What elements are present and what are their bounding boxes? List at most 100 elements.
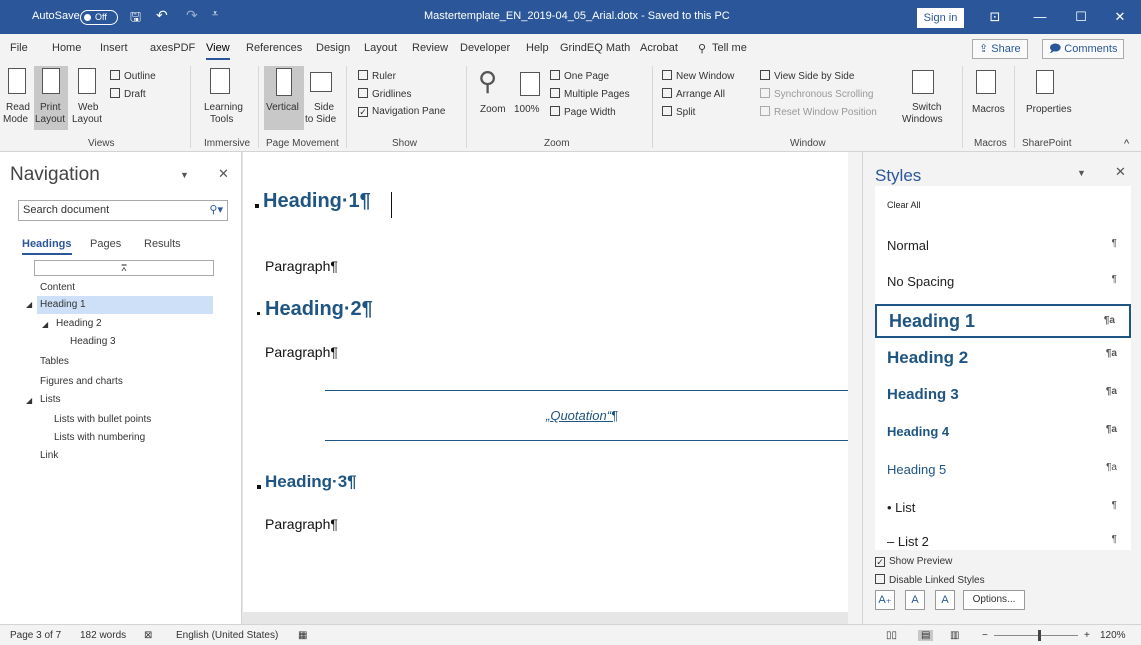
paragraph-text[interactable]: Paragraph¶: [265, 344, 338, 360]
tab-axespdf[interactable]: axesPDF: [150, 42, 195, 54]
arrange-all-button[interactable]: Arrange All: [662, 88, 725, 100]
synchronous-scrolling-button[interactable]: Synchronous Scrolling: [760, 88, 874, 100]
page-width-button[interactable]: Page Width: [550, 106, 616, 118]
navigation-pane-checkbox[interactable]: ✓ Navigation Pane: [358, 106, 445, 117]
show-preview-checkbox[interactable]: ✓ Show Preview: [875, 556, 952, 567]
reset-window-position-button[interactable]: Reset Window Position: [760, 106, 877, 118]
style-clear-all[interactable]: Clear All: [875, 200, 1131, 218]
heading-2-text[interactable]: Heading·2¶: [265, 298, 373, 321]
switch-windows-button[interactable]: Switch: [912, 102, 941, 113]
style-normal[interactable]: Normal ¶: [875, 238, 1131, 258]
proofing-icon[interactable]: ⊠: [144, 630, 152, 641]
quotation-text[interactable]: „Quotation“¶: [546, 408, 618, 423]
style-list[interactable]: • List ¶: [875, 500, 1131, 520]
pane-options-icon[interactable]: ▼: [180, 170, 189, 180]
search-icon[interactable]: ⚲▾: [209, 201, 223, 220]
one-page-button[interactable]: One Page: [550, 70, 609, 82]
search-icon[interactable]: ⚲: [698, 42, 706, 55]
multiple-pages-button[interactable]: Multiple Pages: [550, 88, 630, 100]
zoom-button[interactable]: Zoom: [480, 104, 506, 115]
style-heading-1[interactable]: Heading 1 ¶a: [875, 304, 1131, 338]
style-heading-4[interactable]: Heading 4 ¶a: [875, 424, 1131, 444]
web-layout-view-icon[interactable]: ▥: [950, 630, 959, 641]
print-layout-view-icon[interactable]: ▤: [918, 630, 934, 641]
new-style-icon[interactable]: A₊: [875, 590, 895, 610]
heading-1-text[interactable]: Heading·1¶: [263, 190, 371, 213]
read-mode-button[interactable]: Read: [6, 102, 30, 113]
collapse-ribbon-icon[interactable]: ^: [1124, 138, 1129, 150]
scroll-up-icon[interactable]: ⩞: [34, 260, 214, 276]
redo-icon[interactable]: ↷: [186, 7, 198, 24]
tab-developer[interactable]: Developer: [460, 42, 510, 54]
word-count[interactable]: 182 words: [80, 630, 126, 641]
web-layout-button[interactable]: Web: [78, 102, 98, 113]
view-side-by-side-button[interactable]: View Side by Side: [760, 70, 854, 82]
collapse-icon[interactable]: ◢: [26, 396, 32, 405]
collapse-icon[interactable]: ◢: [42, 320, 48, 329]
paragraph-text[interactable]: Paragraph¶: [265, 258, 338, 274]
nav-item-figures[interactable]: Figures and charts: [40, 376, 123, 387]
nav-item-lists[interactable]: Lists: [40, 394, 61, 405]
tab-layout[interactable]: Layout: [364, 42, 397, 54]
style-inspector-icon[interactable]: A: [905, 590, 925, 610]
draft-button[interactable]: Draft: [110, 88, 146, 100]
close-pane-icon[interactable]: ✕: [218, 166, 229, 182]
outline-button[interactable]: Outline: [110, 70, 156, 82]
new-window-button[interactable]: New Window: [662, 70, 734, 82]
manage-styles-icon[interactable]: A: [935, 590, 955, 610]
tell-me[interactable]: Tell me: [712, 42, 747, 54]
zoom-level[interactable]: 120%: [1100, 630, 1126, 641]
macros-button[interactable]: Macros: [972, 104, 1005, 115]
undo-icon[interactable]: ↶: [156, 7, 168, 24]
paragraph-text[interactable]: Paragraph¶: [265, 516, 338, 532]
nav-item-link[interactable]: Link: [40, 450, 58, 461]
macro-record-icon[interactable]: ▦: [298, 630, 307, 641]
tab-design[interactable]: Design: [316, 42, 350, 54]
properties-button[interactable]: Properties: [1026, 104, 1072, 115]
zoom-in-icon[interactable]: +: [1084, 630, 1090, 641]
learning-tools-button[interactable]: Learning: [204, 102, 243, 113]
heading-3-text[interactable]: Heading·3¶: [265, 472, 357, 492]
close-icon[interactable]: ✕: [1105, 6, 1135, 28]
style-heading-3[interactable]: Heading 3 ¶a: [875, 386, 1131, 408]
ruler-checkbox[interactable]: Ruler: [358, 70, 396, 82]
disable-linked-styles-checkbox[interactable]: Disable Linked Styles: [875, 574, 985, 586]
nav-item-content[interactable]: Content: [40, 282, 75, 293]
tab-home[interactable]: Home: [52, 42, 81, 54]
tab-headings[interactable]: Headings: [22, 238, 72, 255]
page-count[interactable]: Page 3 of 7: [10, 630, 61, 641]
tab-help[interactable]: Help: [526, 42, 549, 54]
zoom-slider-thumb[interactable]: [1038, 630, 1041, 641]
nav-item-numbered-lists[interactable]: Lists with numbering: [54, 432, 145, 443]
options-button[interactable]: Options...: [963, 590, 1025, 610]
save-icon[interactable]: 🖫: [130, 8, 141, 30]
minimize-icon[interactable]: —: [1025, 6, 1055, 28]
nav-item-heading-1[interactable]: Heading 1: [37, 296, 213, 314]
style-no-spacing[interactable]: No Spacing ¶: [875, 274, 1131, 294]
sign-in-button[interactable]: Sign in: [917, 8, 964, 28]
nav-item-heading-2[interactable]: Heading 2: [56, 318, 102, 329]
zoom-out-icon[interactable]: −: [982, 630, 988, 641]
gridlines-checkbox[interactable]: Gridlines: [358, 88, 411, 100]
maximize-icon[interactable]: ☐: [1066, 6, 1096, 28]
read-mode-view-icon[interactable]: ▯▯: [886, 630, 897, 641]
split-button[interactable]: Split: [662, 106, 695, 118]
tab-pages[interactable]: Pages: [90, 238, 121, 250]
zoom-slider[interactable]: [994, 630, 1078, 641]
style-heading-5[interactable]: Heading 5 ¶a: [875, 462, 1131, 482]
comments-button[interactable]: 🗩 Comments: [1042, 39, 1125, 59]
tab-review[interactable]: Review: [412, 42, 448, 54]
document-page[interactable]: Heading·1¶ Paragraph¶ Heading·2¶ Paragra…: [243, 152, 848, 612]
style-heading-2[interactable]: Heading 2 ¶a: [875, 348, 1131, 372]
tab-references[interactable]: References: [246, 42, 302, 54]
customize-qat-icon[interactable]: ⩡: [212, 8, 218, 21]
tab-acrobat[interactable]: Acrobat: [640, 42, 678, 54]
side-to-side-button[interactable]: Side: [314, 102, 334, 113]
collapse-icon[interactable]: ◢: [26, 300, 32, 309]
share-button[interactable]: ⇪ Share: [972, 39, 1028, 59]
nav-item-heading-3[interactable]: Heading 3: [70, 336, 116, 347]
search-document-input[interactable]: Search document ⚲▾: [18, 200, 228, 221]
tab-results[interactable]: Results: [144, 238, 181, 250]
tab-insert[interactable]: Insert: [100, 42, 128, 54]
zoom-100-button[interactable]: 100%: [514, 104, 540, 115]
